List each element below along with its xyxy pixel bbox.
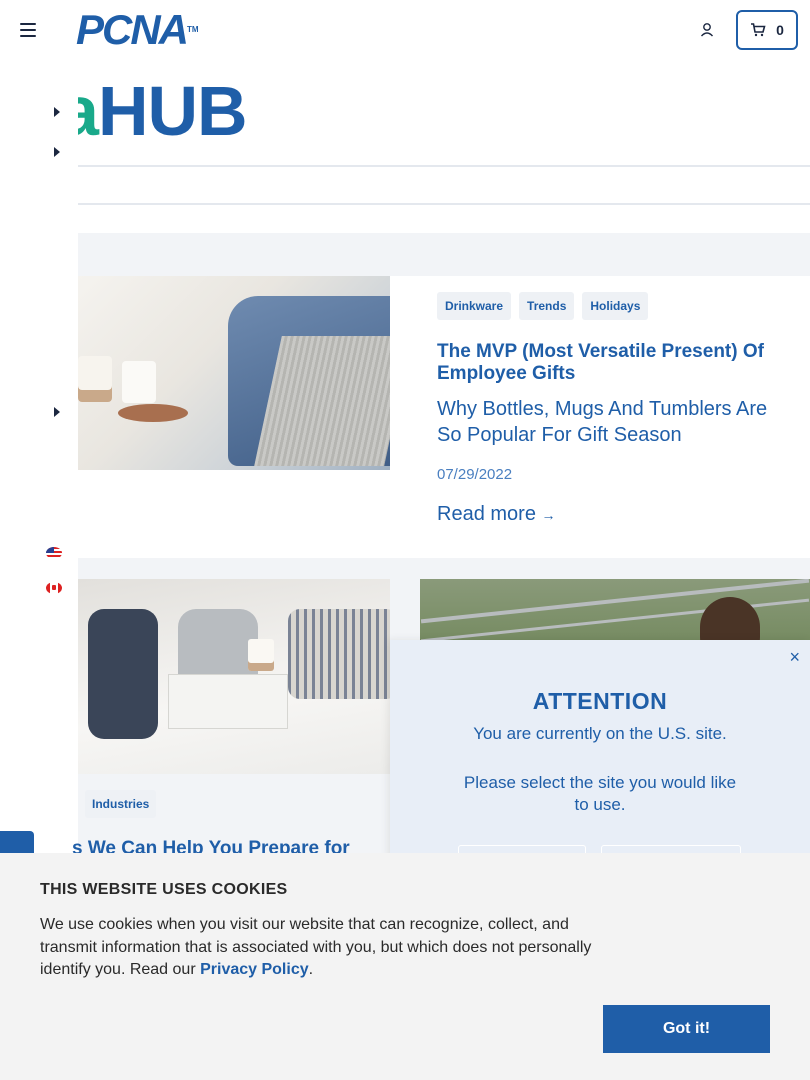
article-image-gift-box[interactable] xyxy=(78,579,390,774)
divider xyxy=(78,165,810,167)
cart-button[interactable]: 0 xyxy=(736,10,798,50)
divider xyxy=(78,203,810,205)
privacy-policy-link[interactable]: Privacy Policy xyxy=(200,961,309,978)
pcna-logo[interactable]: PCNATM xyxy=(76,9,199,51)
modal-message: You are currently on the U.S. site. xyxy=(473,724,727,743)
accept-cookies-button[interactable]: Got it! xyxy=(603,1005,770,1053)
top-header: PCNATM 0 xyxy=(0,0,810,62)
nav-caret-icon[interactable] xyxy=(54,147,60,157)
arrow-right-icon: → xyxy=(541,507,556,523)
article-image-mugs[interactable] xyxy=(78,276,390,470)
account-icon[interactable] xyxy=(699,22,715,38)
side-nav-panel xyxy=(0,62,78,842)
article-subtitle: Why Bottles, Mugs And Tumblers Are So Po… xyxy=(437,398,768,446)
cart-count: 0 xyxy=(776,22,784,38)
cookie-title: THIS WEBSITE USES COOKIES xyxy=(40,881,288,898)
article-tags: Drinkware Trends Holidays xyxy=(437,292,649,320)
close-icon[interactable]: × xyxy=(789,648,800,666)
article-date: 07/29/2022 xyxy=(437,466,513,483)
nav-caret-icon[interactable] xyxy=(54,407,60,417)
hub-banner: aHUB xyxy=(60,72,248,150)
cookie-banner: THIS WEBSITE USES COOKIES We use cookies… xyxy=(0,853,810,1080)
hamburger-menu-icon[interactable] xyxy=(20,23,36,37)
site-select-modal: × ATTENTION You are currently on the U.S… xyxy=(390,640,810,865)
tag-industries[interactable]: Industries xyxy=(85,790,157,818)
tag-trends[interactable]: Trends xyxy=(519,292,575,320)
us-flag-icon[interactable] xyxy=(46,547,62,559)
read-more-link[interactable]: Read more → xyxy=(437,503,556,526)
modal-title: ATTENTION xyxy=(532,688,668,714)
tag-holidays[interactable]: Holidays xyxy=(582,292,649,320)
article-title[interactable]: The MVP (Most Versatile Present) Of Empl… xyxy=(437,341,797,385)
modal-prompt: Please select the site you would like to… xyxy=(463,773,737,814)
tag-drinkware[interactable]: Drinkware xyxy=(437,292,512,320)
canada-flag-icon[interactable] xyxy=(46,582,62,594)
cookie-text: We use cookies when you visit our websit… xyxy=(40,916,592,978)
nav-caret-icon[interactable] xyxy=(54,107,60,117)
cart-icon xyxy=(751,23,766,37)
